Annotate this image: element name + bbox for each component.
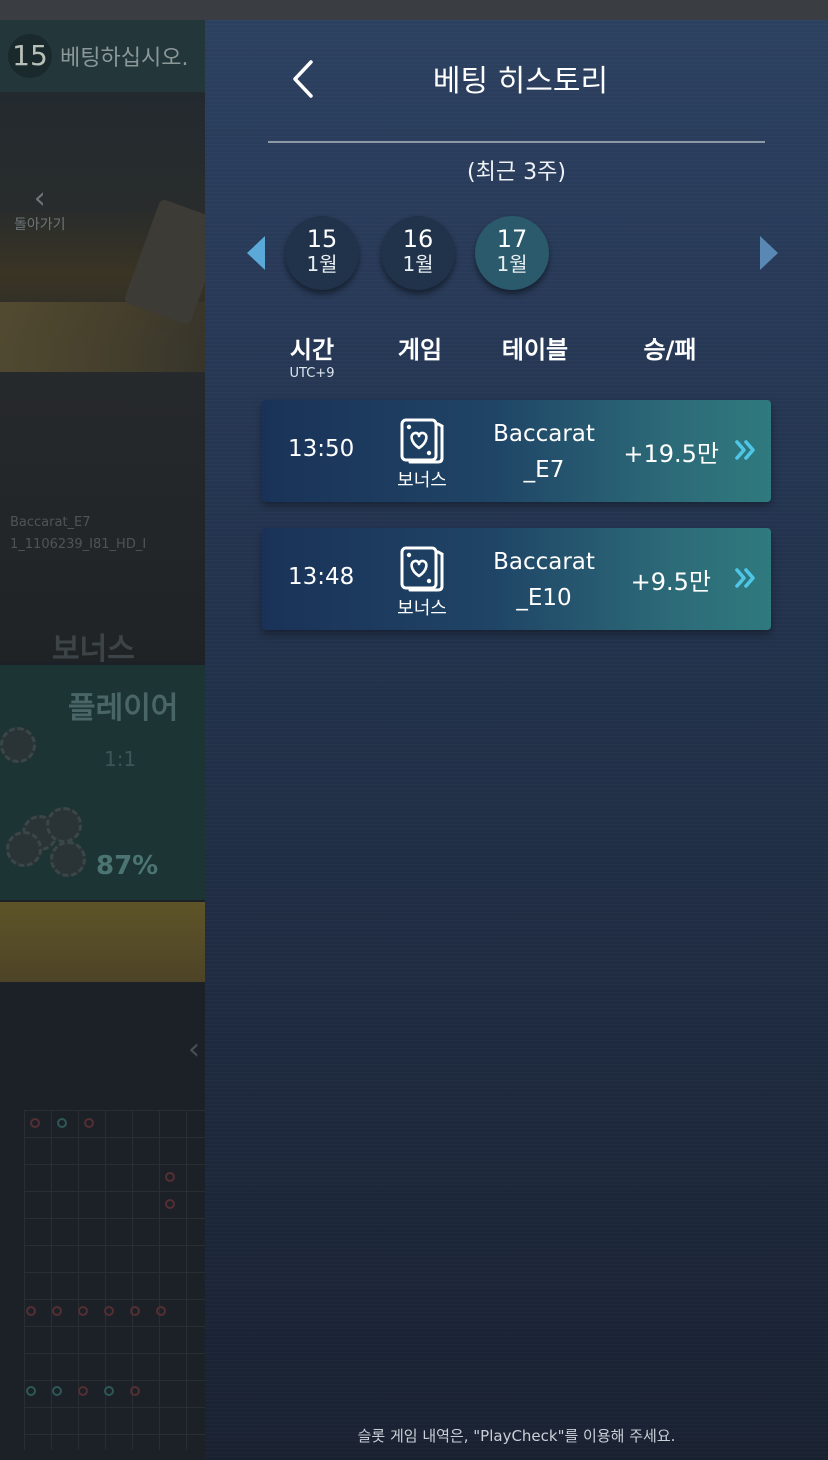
row-table-line1: Baccarat [493,549,595,575]
status-bar [0,0,828,20]
road-dot [52,1306,62,1316]
row-table: Baccarat _E7 [484,416,604,488]
column-header-time: 시간 [289,336,335,364]
bg-player-odds: 1:1 [104,747,137,771]
next-date-arrow-icon[interactable] [760,236,778,270]
date-button-17[interactable]: 17 1월 [475,216,549,290]
bg-video-area: ‹ 돌아가기 Baccarat_E7 1_1106239_I81_HD_I 보너… [0,92,205,667]
row-game-label: 보너스 [397,598,447,619]
road-dot [156,1306,166,1316]
column-subheader-timezone: UTC+9 [289,366,335,381]
period-subtitle: (최근 3주) [467,160,566,185]
chevron-left-icon: ‹ [188,1032,200,1067]
road-dot [165,1199,175,1209]
road-dot [26,1386,36,1396]
background-game-view: 15 베팅하십시오. ‹ 돌아가기 Baccarat_E7 1_1106239_… [0,20,205,1460]
page-title-text: 베팅 히스토리 [432,64,609,99]
bg-player-area: 플레이어 1:1 87% [0,665,205,900]
bg-table-label-2: 1_1106239_I81_HD_I [10,537,147,552]
chip-icon [0,727,36,763]
prev-date-arrow-icon[interactable] [247,236,265,270]
road-dot [52,1386,62,1396]
row-table-line2: _E7 [523,457,565,483]
double-chevron-right-icon [735,568,755,588]
road-dot [104,1386,114,1396]
row-game-label: 보너스 [397,470,447,491]
chip-icon [46,807,82,843]
date-month: 1월 [496,252,528,276]
chevron-left-icon: ‹ [33,181,46,216]
date-button-15[interactable]: 15 1월 [285,216,359,290]
bg-table-label: Baccarat_E7 1_1106239_I81_HD_I [10,512,146,556]
road-dot [30,1118,40,1128]
road-dot [165,1172,175,1182]
column-header-game: 게임 [397,336,443,364]
date-day: 17 [496,225,528,253]
history-row[interactable]: 13:48 보너스 Baccarat _E10 +9.5만 [262,528,771,630]
row-table-line1: Baccarat [493,421,595,447]
road-dot [78,1306,88,1316]
bg-back-button: ‹ 돌아가기 [14,184,66,234]
double-chevron-right-icon [735,440,755,460]
bg-scoreboard [24,1110,205,1450]
row-time: 13:50 [288,436,355,462]
bg-player-percent: 87% [96,851,159,881]
bg-table-label-1: Baccarat_E7 [10,515,91,530]
column-header-table: 테이블 [501,336,569,364]
row-time: 13:48 [288,564,355,590]
bg-back-label: 돌아가기 [14,217,66,233]
chip-icon [50,841,86,877]
footer-note: 슬롯 게임 내역은, "PlayCheck"를 이용해 주세요. [357,1427,676,1445]
road-dot [57,1118,67,1128]
row-table: Baccarat _E10 [484,544,604,616]
road-dot [130,1306,140,1316]
bg-gold-bar [0,902,205,982]
date-button-16[interactable]: 16 1월 [381,216,455,290]
history-row[interactable]: 13:50 보너스 Baccarat _E7 +19.5만 [262,400,771,502]
column-header-result: 승/패 [643,336,697,364]
date-day: 15 [306,225,338,253]
row-table-line2: _E10 [516,585,572,611]
road-dot [84,1118,94,1128]
card-heart-icon [400,418,444,464]
chip-icon [6,831,42,867]
date-month: 1월 [306,252,338,276]
road-dot [130,1386,140,1396]
bg-player-title: 플레이어 [68,691,179,726]
road-dot [78,1386,88,1396]
road-dot [104,1306,114,1316]
date-day: 16 [402,225,434,253]
page-title: 베팅 히스토리 [205,56,828,100]
betting-history-panel: 베팅 히스토리 (최근 3주) 15 1월 16 1월 17 1월 시간 UTC… [205,20,828,1460]
date-month: 1월 [402,252,434,276]
bg-timer-text: 베팅하십시오. [60,46,189,71]
row-result: +9.5만 [630,568,711,596]
road-dot [26,1306,36,1316]
bg-timer-bar: 15 베팅하십시오. [0,20,205,92]
row-result: +19.5만 [623,440,719,468]
card-heart-icon [400,546,444,592]
divider [268,141,765,143]
bg-bonus-label: 보너스 [52,632,135,667]
bg-timer-count: 15 [8,34,52,78]
